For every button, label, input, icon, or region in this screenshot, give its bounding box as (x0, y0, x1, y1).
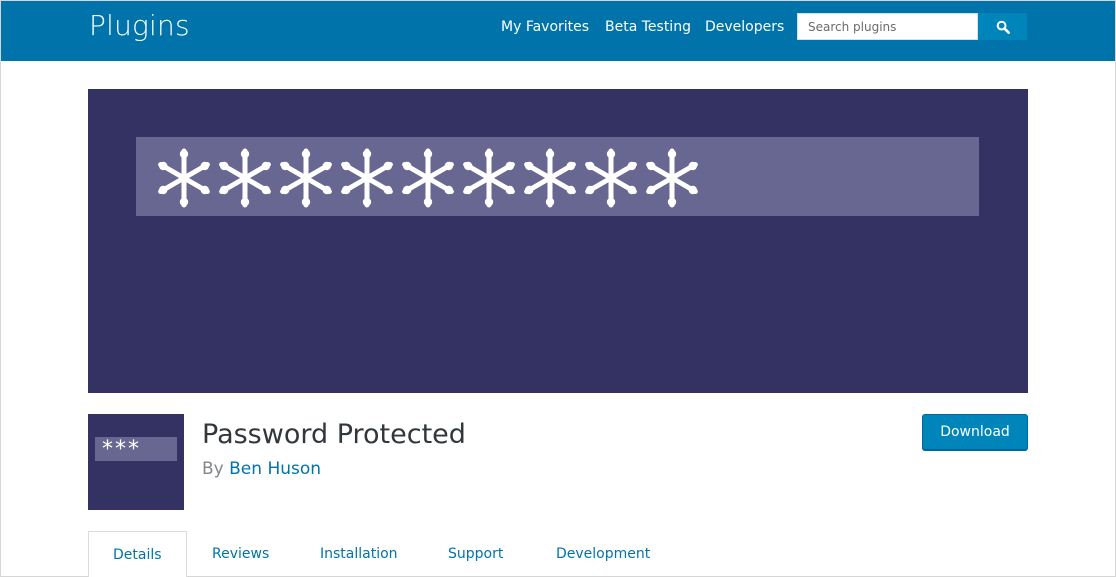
author-link[interactable]: Ben Huson (229, 459, 321, 479)
tab-installation[interactable]: Installation (320, 531, 398, 577)
nav-beta-testing[interactable]: Beta Testing (605, 19, 691, 35)
plugin-icon: *** (88, 414, 184, 510)
tab-development[interactable]: Development (556, 531, 650, 577)
banner-asterisks-text: ********* (136, 137, 137, 138)
search-icon (996, 20, 1010, 34)
nav-my-favorites[interactable]: My Favorites (501, 19, 589, 35)
tab-support[interactable]: Support (448, 531, 503, 577)
banner-password-field: ********* (136, 137, 979, 216)
plugin-byline: By Ben Huson (202, 459, 321, 479)
search-input[interactable] (797, 13, 978, 40)
search-button[interactable] (978, 13, 1027, 40)
tab-reviews[interactable]: Reviews (212, 531, 269, 577)
download-button[interactable]: Download (922, 414, 1028, 450)
plugin-title: Password Protected (202, 419, 466, 450)
tab-details[interactable]: Details (88, 531, 187, 577)
plugin-icon-field: *** (95, 437, 177, 462)
asterisk-glyphs (156, 143, 716, 209)
plugin-banner: ********* (88, 89, 1028, 393)
site-title-link[interactable]: Plugins (89, 9, 190, 42)
nav-developers[interactable]: Developers (705, 19, 784, 35)
plugin-icon-text: *** (102, 437, 141, 462)
byline-prefix: By (202, 459, 224, 479)
